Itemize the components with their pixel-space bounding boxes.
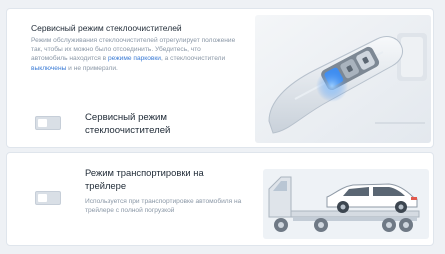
wiper-service-title: Сервисный режим стеклоочистителей <box>31 23 182 33</box>
description-text-3: и не примерзли. <box>66 64 118 72</box>
wipers-off-link[interactable]: выключены <box>31 65 66 72</box>
wiper-service-toggle-label: Сервисный режим стеклоочистителей <box>85 112 171 136</box>
trailer-transport-mode-card: Режим транспортировки на трейлере Исполь… <box>6 152 434 246</box>
wiper-stalk-image <box>255 15 431 143</box>
wiper-service-mode-card: Сервисный режим стеклоочистителей Режим … <box>6 8 434 148</box>
trailer-transport-title: Режим транспортировки на трейлере <box>85 167 204 191</box>
car-on-trailer-image <box>263 169 429 239</box>
wiper-service-toggle[interactable] <box>35 116 61 130</box>
trailer-transport-description: Используется при транспортировке автомоб… <box>85 198 242 215</box>
wiper-service-description: Режим обслуживания стеклоочистителей отр… <box>31 36 239 73</box>
toggle-knob <box>38 119 47 127</box>
parking-mode-link[interactable]: режиме парковки <box>108 55 161 62</box>
trailer-transport-toggle[interactable] <box>35 191 61 205</box>
toggle-knob <box>38 194 47 202</box>
description-text-2: , а стеклоочистители <box>160 55 226 63</box>
